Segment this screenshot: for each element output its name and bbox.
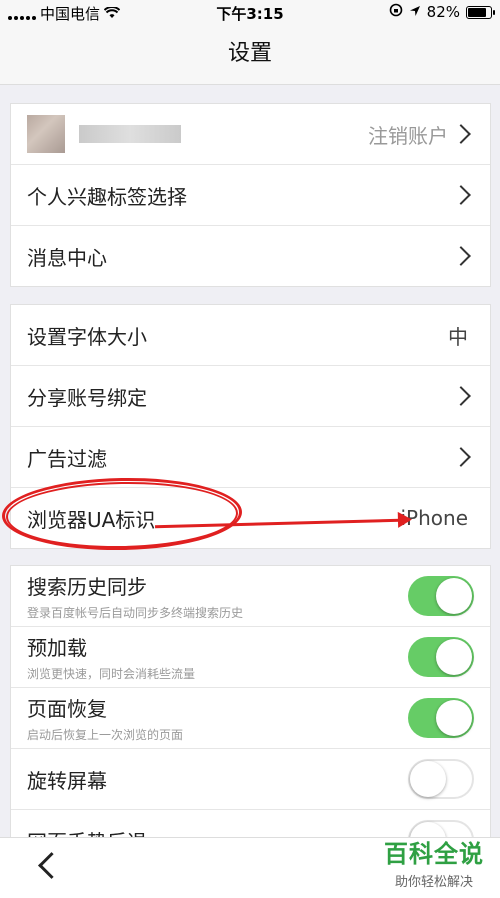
search-history-sync-toggle[interactable] [408, 576, 474, 616]
watermark: 百科全说 助你轻松解决 [384, 834, 484, 890]
status-right: 82% [389, 3, 495, 21]
logout-label: 注销账户 [368, 123, 448, 148]
account-row[interactable]: 注销账户 [11, 104, 490, 165]
back-arrow-icon[interactable] [38, 852, 65, 879]
search-history-sync-title: 搜索历史同步 [27, 575, 147, 599]
interest-tags-row[interactable]: 个人兴趣标签选择 [11, 165, 490, 226]
blurred-username [79, 125, 181, 143]
page-restore-row: 页面恢复 启动后恢复上一次浏览的页面 [11, 688, 490, 749]
preload-desc: 浏览更快速，同时会消耗些流量 [27, 667, 196, 681]
message-center-row[interactable]: 消息中心 [11, 226, 490, 286]
search-history-sync-row: 搜索历史同步 登录百度帐号后自动同步多终端搜索历史 [11, 566, 490, 627]
battery-percent: 82% [426, 3, 460, 21]
watermark-subtitle: 助你轻松解决 [394, 875, 473, 890]
chevron-right-icon [451, 185, 471, 205]
nav-bar: 设置 [0, 24, 500, 85]
avatar [27, 115, 65, 153]
page-title: 设置 [227, 41, 272, 66]
chevron-right-icon [451, 447, 471, 467]
bottom-toolbar: 百科全说 助你轻松解决 [0, 837, 500, 898]
chevron-right-icon [451, 124, 471, 144]
ad-filter-label: 广告过滤 [27, 446, 107, 471]
font-size-value: 中 [448, 324, 468, 349]
battery-icon [466, 5, 495, 19]
rotate-screen-toggle[interactable] [408, 759, 474, 799]
search-history-sync-desc: 登录百度帐号后自动同步多终端搜索历史 [27, 606, 244, 620]
page-restore-desc: 启动后恢复上一次浏览的页面 [27, 728, 184, 742]
chevron-right-icon [451, 386, 471, 406]
interest-tags-label: 个人兴趣标签选择 [27, 184, 187, 209]
rotate-screen-title: 旋转屏幕 [27, 768, 107, 793]
preload-title: 预加载 [27, 636, 87, 660]
share-account-label: 分享账号绑定 [27, 385, 147, 410]
toggle-group: 搜索历史同步 登录百度帐号后自动同步多终端搜索历史 预加载 浏览更快速，同时会消… [10, 565, 491, 871]
page-restore-title: 页面恢复 [27, 697, 107, 721]
watermark-title: 百科全说 [384, 840, 484, 868]
rotation-lock-icon [389, 3, 403, 21]
preload-toggle[interactable] [408, 637, 474, 677]
share-account-row[interactable]: 分享账号绑定 [11, 366, 490, 427]
chevron-right-icon [451, 246, 471, 266]
font-size-row[interactable]: 设置字体大小 中 [11, 305, 490, 366]
font-size-label: 设置字体大小 [27, 324, 147, 349]
preload-row: 预加载 浏览更快速，同时会消耗些流量 [11, 627, 490, 688]
ad-filter-row[interactable]: 广告过滤 [11, 427, 490, 488]
location-icon [409, 3, 421, 21]
page-restore-toggle[interactable] [408, 698, 474, 738]
status-bar: 中国电信 下午3:15 82% [0, 0, 500, 24]
rotate-screen-row: 旋转屏幕 [11, 749, 490, 810]
message-center-label: 消息中心 [27, 245, 107, 270]
account-group: 注销账户 个人兴趣标签选择 消息中心 [10, 103, 491, 287]
